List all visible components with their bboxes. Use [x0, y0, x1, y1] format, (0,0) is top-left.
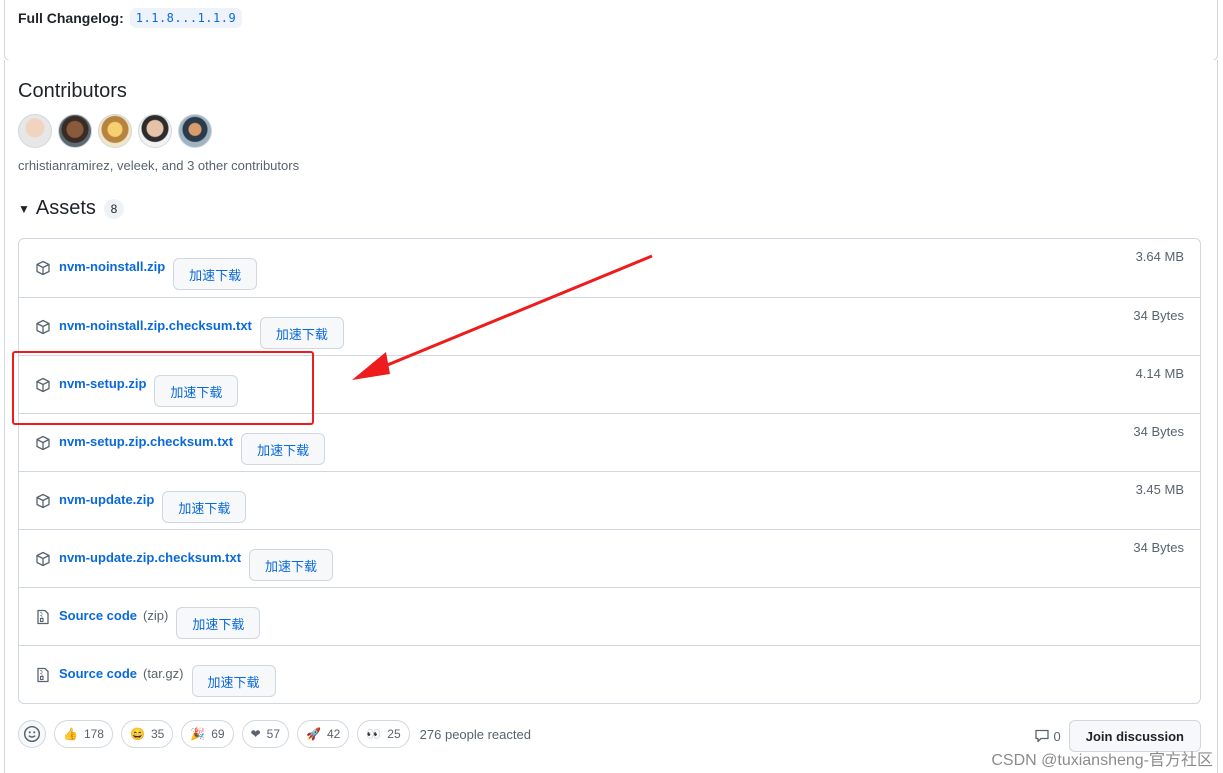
- reaction-count: 57: [266, 727, 281, 741]
- asset-size: 4.14 MB: [1135, 366, 1184, 381]
- accelerated-download-button[interactable]: 加速下载: [191, 665, 276, 697]
- avatar[interactable]: [58, 114, 92, 148]
- reaction-count: 178: [83, 727, 104, 741]
- reaction-button[interactable]: 🎉 69: [181, 720, 234, 748]
- accelerated-download-button[interactable]: 加速下载: [162, 491, 247, 523]
- asset-size: 34 Bytes: [1133, 424, 1184, 439]
- package-icon: [35, 435, 51, 451]
- asset-row: Source code (tar.gz) 加速下载: [19, 645, 1200, 703]
- asset-link[interactable]: Source code: [59, 608, 137, 623]
- avatar[interactable]: [98, 114, 132, 148]
- asset-link[interactable]: nvm-noinstall.zip: [59, 259, 165, 274]
- accelerated-download-button[interactable]: 加速下载: [259, 317, 344, 349]
- asset-link[interactable]: nvm-setup.zip.checksum.txt: [59, 434, 233, 449]
- contributors-summary: crhistianramirez, veleek, and 3 other co…: [18, 158, 300, 173]
- asset-size: 3.45 MB: [1135, 482, 1184, 497]
- package-icon: [35, 551, 51, 567]
- annotation-arrow-icon: [352, 254, 653, 380]
- asset-left: nvm-update.zip.checksum.txt 加速下载: [35, 540, 334, 581]
- highlight-annotation: [12, 351, 314, 425]
- reaction-button[interactable]: 👍 178: [54, 720, 113, 748]
- avatar[interactable]: [178, 114, 212, 148]
- package-icon: [35, 260, 51, 276]
- asset-row: nvm-update.zip 加速下载 3.45 MB: [19, 471, 1200, 529]
- asset-left: Source code (tar.gz) 加速下载: [35, 656, 276, 697]
- asset-size: 3.64 MB: [1135, 249, 1184, 264]
- asset-left: nvm-noinstall.zip.checksum.txt 加速下载: [35, 308, 344, 349]
- accelerated-download-button[interactable]: 加速下载: [176, 607, 261, 639]
- reaction-emoji-icon: 🎉: [190, 727, 206, 741]
- package-icon: [35, 319, 51, 335]
- comment-count-value: 0: [1053, 728, 1061, 744]
- accelerated-download-button[interactable]: 加速下载: [173, 258, 258, 290]
- reaction-count: 35: [150, 727, 165, 741]
- package-icon: [35, 493, 51, 509]
- accelerated-download-button[interactable]: 加速下载: [241, 433, 326, 465]
- reaction-emoji-icon: 🚀: [306, 727, 321, 741]
- file-zip-icon: [35, 667, 51, 683]
- reaction-button[interactable]: 👀 25: [357, 720, 410, 748]
- asset-size: 34 Bytes: [1133, 540, 1184, 555]
- reaction-count: 25: [387, 727, 401, 741]
- comment-count[interactable]: 0: [1034, 728, 1061, 744]
- asset-suffix: (zip): [143, 608, 169, 623]
- asset-link[interactable]: Source code: [59, 666, 137, 681]
- assets-toggle[interactable]: ▼ Assets 8: [18, 197, 124, 220]
- asset-link[interactable]: nvm-noinstall.zip.checksum.txt: [59, 318, 252, 333]
- watermark: CSDN @tuxiansheng-官方社区: [991, 752, 1213, 769]
- reactions-summary: 276 people reacted: [419, 726, 531, 742]
- reaction-button[interactable]: 😄 35: [120, 720, 174, 748]
- full-changelog: Full Changelog: 1.1.8...1.1.9: [18, 8, 243, 28]
- reaction-emoji-icon: 👍: [63, 727, 78, 741]
- changelog-label: Full Changelog:: [18, 10, 124, 26]
- changelog-compare-link[interactable]: 1.1.8...1.1.9: [129, 8, 243, 28]
- asset-size: 34 Bytes: [1133, 308, 1184, 323]
- accelerated-download-button[interactable]: 加速下载: [249, 549, 334, 581]
- contributors-title: Contributors: [18, 80, 127, 102]
- add-reaction-button[interactable]: [18, 720, 46, 748]
- reactions-bar: 👍 178 😄 35 🎉 69 ❤ 57 🚀 42 👀 25 276 people reacted: [18, 720, 531, 748]
- reaction-button[interactable]: ❤ 57: [241, 720, 290, 748]
- assets-count-badge: 8: [103, 198, 124, 219]
- asset-left: nvm-noinstall.zip 加速下载: [35, 249, 258, 290]
- asset-link[interactable]: nvm-update.zip.checksum.txt: [59, 550, 241, 565]
- assets-title: Assets: [35, 197, 96, 219]
- contributor-avatars: [18, 114, 212, 148]
- asset-left: nvm-setup.zip.checksum.txt 加速下载: [35, 424, 326, 465]
- asset-link[interactable]: nvm-update.zip: [59, 492, 154, 507]
- asset-left: nvm-update.zip 加速下载: [35, 482, 247, 523]
- asset-suffix: (tar.gz): [143, 666, 184, 681]
- file-zip-icon: [35, 609, 51, 625]
- reaction-button[interactable]: 🚀 42: [297, 720, 350, 748]
- avatar[interactable]: [138, 114, 172, 148]
- reaction-emoji-icon: 😄: [129, 727, 145, 741]
- comment-icon: [1034, 729, 1049, 743]
- reaction-count: 42: [326, 727, 341, 741]
- asset-left: Source code (zip) 加速下载: [35, 598, 261, 639]
- reaction-emoji-icon: 👀: [366, 727, 382, 741]
- asset-row: nvm-update.zip.checksum.txt 加速下载 34 Bytes: [19, 529, 1200, 587]
- reaction-emoji-icon: ❤: [250, 727, 261, 741]
- asset-row: Source code (zip) 加速下载: [19, 587, 1200, 645]
- reaction-count: 69: [211, 727, 225, 741]
- avatar[interactable]: [18, 114, 52, 148]
- smiley-icon: [23, 725, 41, 743]
- caret-down-icon: ▼: [18, 201, 30, 216]
